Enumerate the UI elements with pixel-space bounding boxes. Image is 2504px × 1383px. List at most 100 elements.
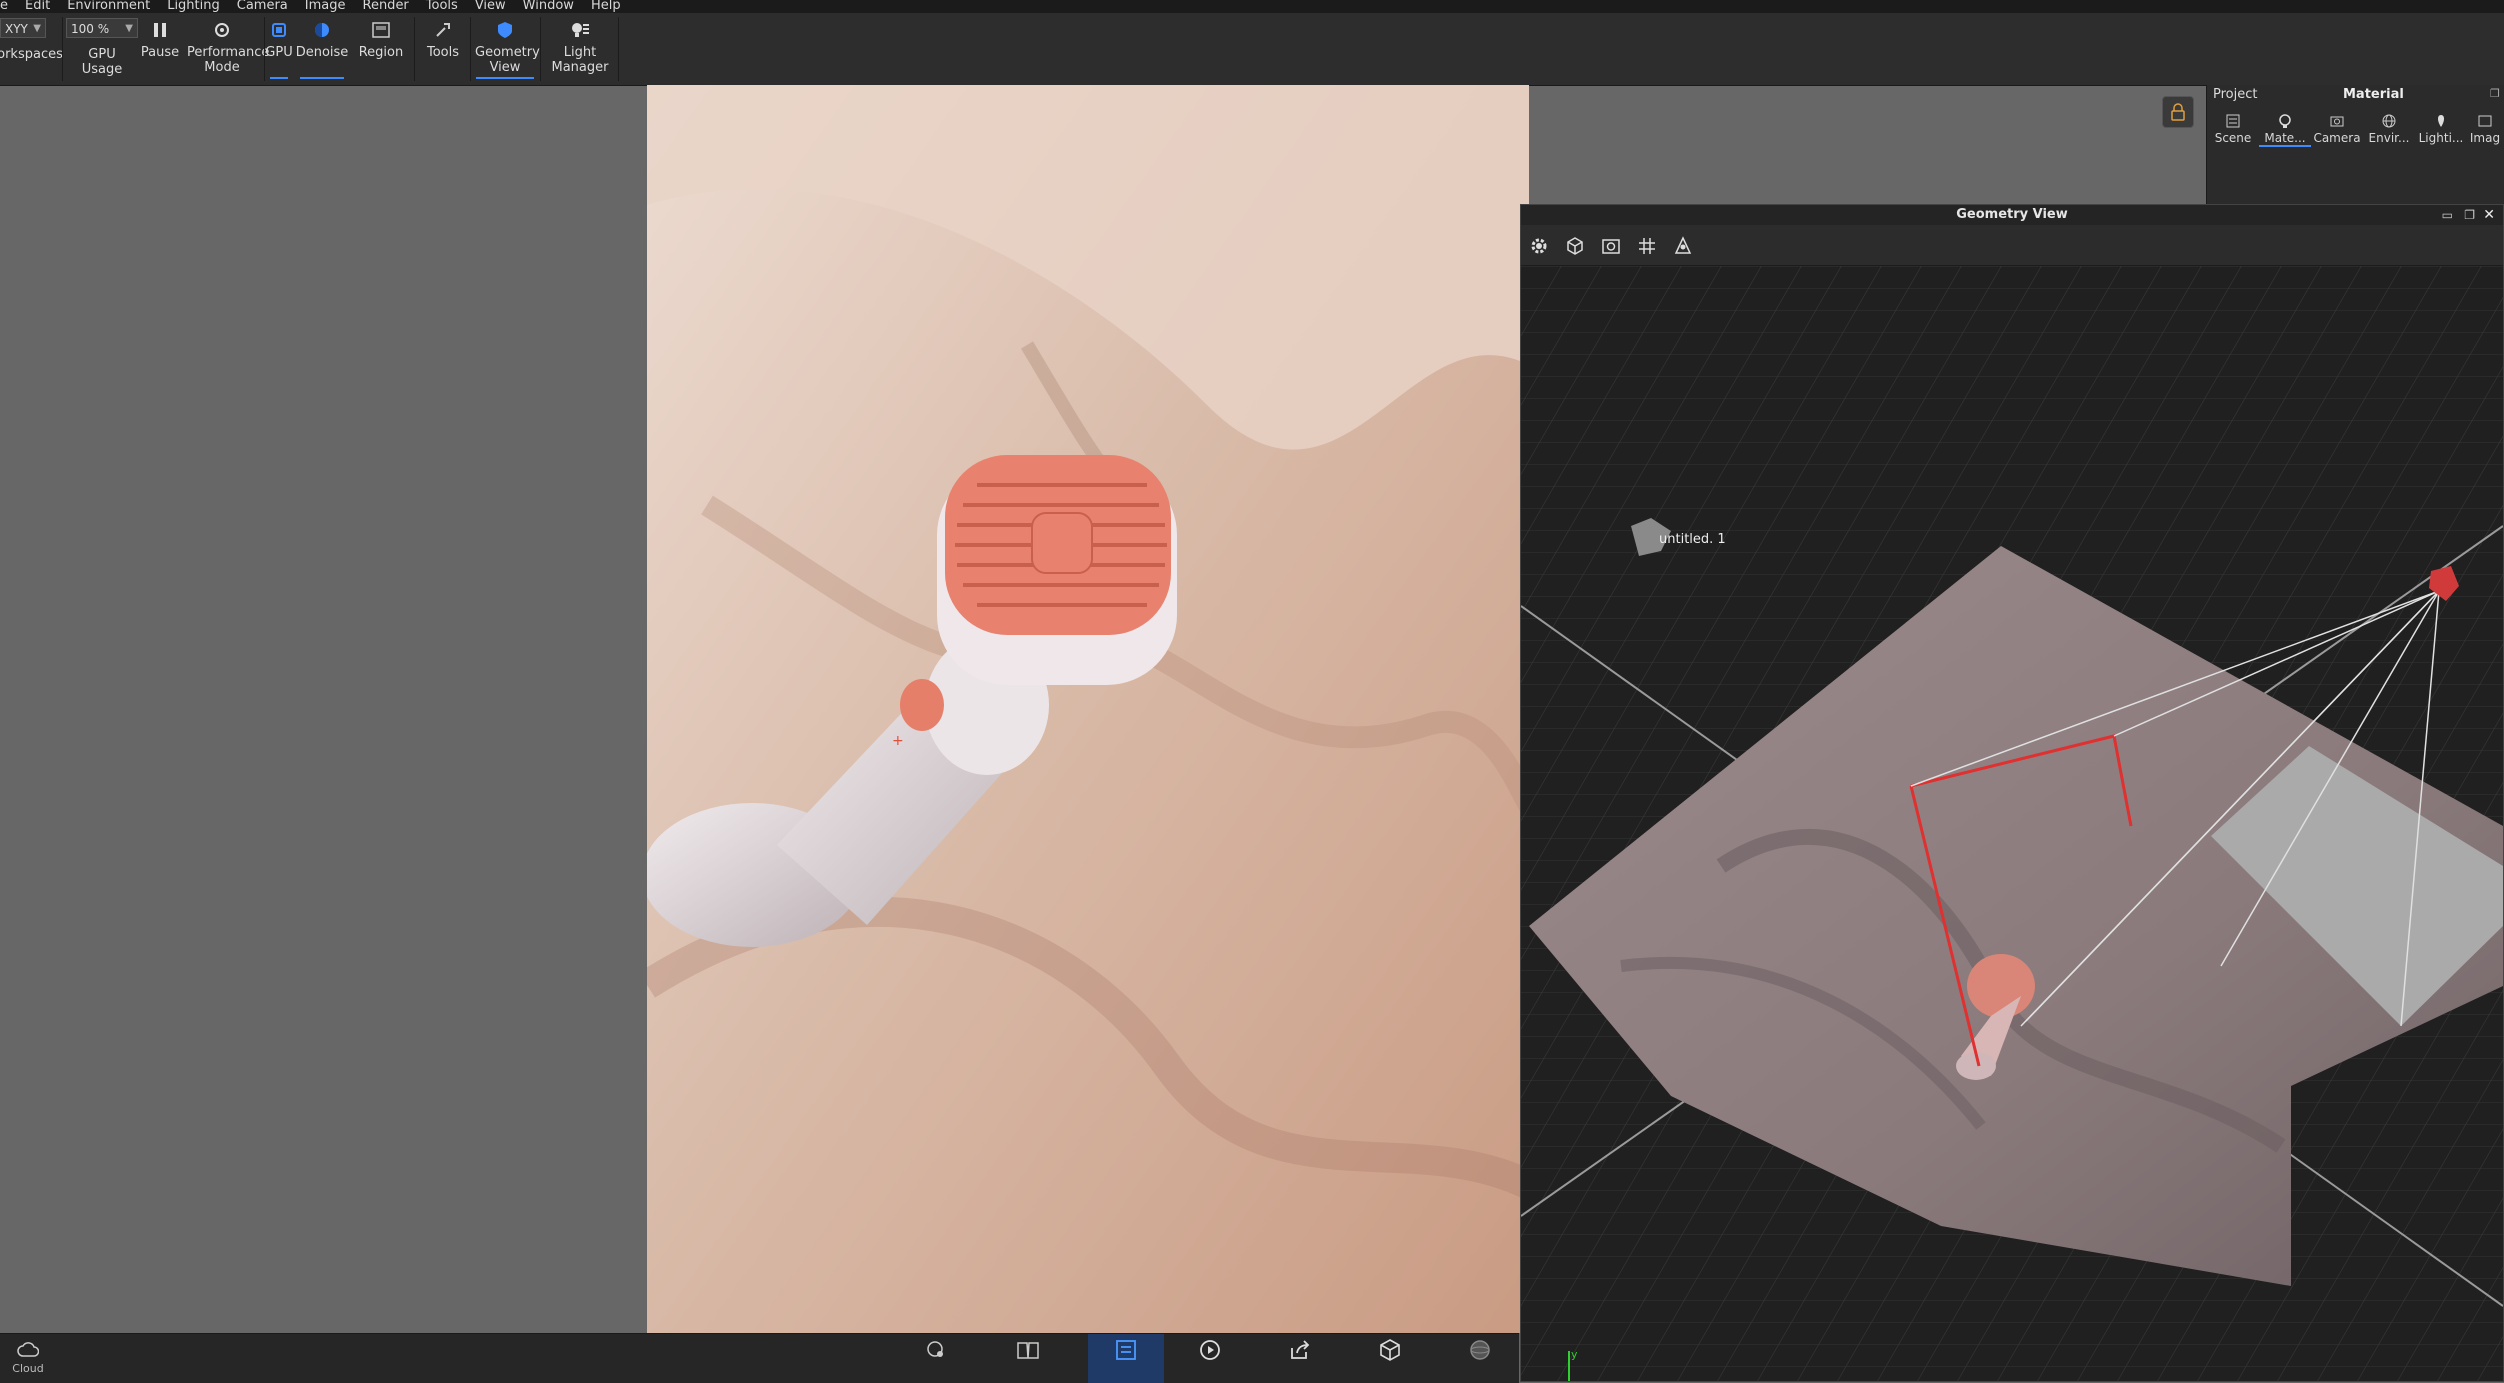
toolbar-divider — [62, 17, 63, 81]
tab-environment-label: Envir... — [2368, 131, 2410, 145]
render-viewport[interactable]: + — [647, 85, 1529, 1333]
toolbar-divider — [540, 17, 541, 81]
model-button[interactable] — [1360, 1334, 1420, 1383]
geometry-shield-icon — [497, 15, 513, 45]
pause-button[interactable]: Pause — [140, 13, 180, 85]
geometry-view-window: Geometry View ▭ ❐ ✕ untitled. 1 y — [1520, 204, 2504, 1382]
menu-camera[interactable]: Camera — [237, 0, 288, 12]
box-icon — [1378, 1334, 1402, 1366]
denoise-toggle[interactable]: Denoise — [296, 13, 348, 85]
gpu-usage-button[interactable]: GPU Usage — [66, 47, 138, 77]
object-label: untitled. 1 — [1659, 532, 1726, 547]
menu-view[interactable]: View — [475, 0, 506, 12]
project-label[interactable]: Project — [2213, 87, 2257, 102]
cube-icon — [1567, 237, 1583, 255]
zoom-select[interactable]: 100 % ▼ — [66, 18, 138, 38]
denoise-icon — [314, 15, 330, 45]
tab-scene[interactable]: Scene — [2207, 111, 2259, 145]
tab-image-label: Imag — [2469, 131, 2501, 145]
cloud-label: Cloud — [12, 1362, 44, 1375]
zoom-select-value: 100 % — [71, 22, 110, 36]
minimize-icon[interactable]: ▭ — [2442, 205, 2453, 225]
close-icon[interactable]: ✕ — [2483, 205, 2495, 225]
performance-gear-icon — [213, 15, 231, 45]
geometry-view-toolbar — [1521, 225, 2503, 266]
menu-file[interactable]: e — [0, 0, 8, 12]
menu-lighting[interactable]: Lighting — [167, 0, 220, 12]
globe-icon — [2363, 111, 2415, 131]
menu-tools[interactable]: Tools — [426, 0, 458, 12]
region-button[interactable]: Region — [352, 13, 410, 85]
workspace-select[interactable]: XYY ▼ — [0, 18, 46, 38]
geometry-view-title-bar[interactable]: Geometry View ▭ ❐ ✕ — [1521, 205, 2503, 225]
assets-button[interactable] — [906, 1334, 966, 1383]
menu-image[interactable]: Image — [305, 0, 346, 12]
performance-mode-label: Performance Mode — [187, 45, 270, 75]
sphere-icon — [1468, 1334, 1492, 1366]
render-settings-button[interactable] — [1450, 1334, 1510, 1383]
region-icon — [372, 15, 390, 45]
bottom-bar: Cloud — [0, 1333, 1519, 1383]
geometry-3d-viewport[interactable]: untitled. 1 y — [1521, 266, 2503, 1381]
geometry-view-label: Geometry View — [475, 45, 540, 75]
scene-wireframe — [1521, 266, 2503, 1381]
tab-scene-label: Scene — [2214, 131, 2252, 145]
geometry-view-button[interactable]: Geometry View — [472, 13, 540, 85]
tools-button[interactable]: Tools — [418, 13, 468, 85]
menu-environment[interactable]: Environment — [67, 0, 150, 12]
gear-icon — [1531, 238, 1547, 254]
light-manager-button[interactable]: Light Manager — [544, 13, 616, 85]
tab-material[interactable]: Mate... — [2259, 111, 2311, 147]
workspaces-label: orkspaces — [0, 47, 63, 62]
tab-camera-label: Camera — [2313, 131, 2361, 145]
lock-icon — [2171, 103, 2185, 121]
tab-lighting-label: Lighti... — [2418, 131, 2464, 145]
menu-bar: e Edit Environment Lighting Camera Image Rende… — [0, 0, 2504, 13]
cube-view-button[interactable] — [1561, 233, 1589, 259]
animation-button[interactable] — [1180, 1334, 1240, 1383]
tab-lighting[interactable]: Lighti... — [2415, 111, 2467, 145]
cloud-button[interactable]: Cloud — [0, 1334, 56, 1383]
settings-button[interactable] — [1525, 233, 1553, 259]
gpu-usage-label: GPU Usage — [81, 47, 123, 77]
tools-icon — [434, 15, 452, 45]
menu-window[interactable]: Window — [523, 0, 574, 12]
panel-title: Material — [2343, 87, 2404, 102]
tab-camera[interactable]: Camera — [2311, 111, 2363, 145]
scene-icon — [2207, 111, 2259, 131]
gpu-chip-icon — [271, 15, 287, 45]
layers-button[interactable] — [1088, 1334, 1164, 1383]
render-image: + — [647, 85, 1529, 1333]
project-panel: Project Material ❐ Scene Mate... Camera … — [2206, 85, 2504, 205]
workspace-select-value: XYY — [5, 22, 28, 36]
tools-label: Tools — [426, 45, 460, 60]
image-icon — [2465, 111, 2504, 131]
menu-render[interactable]: Render — [363, 0, 409, 12]
library-button[interactable] — [998, 1334, 1058, 1383]
tab-environment[interactable]: Envir... — [2363, 111, 2415, 145]
gpu-toggle[interactable]: GPU — [265, 13, 293, 85]
menu-edit[interactable]: Edit — [25, 0, 50, 12]
hierarchy-button[interactable] — [1669, 233, 1697, 259]
light-pin-icon — [2415, 111, 2467, 131]
lock-camera-button[interactable] — [2162, 96, 2194, 128]
pause-icon — [153, 15, 167, 45]
grid-icon — [1639, 238, 1655, 254]
maximize-icon[interactable]: ❐ — [2464, 205, 2475, 225]
chevron-down-icon: ▼ — [125, 23, 133, 34]
axis-y-label: y — [1571, 1348, 1578, 1361]
workspaces-button[interactable]: orkspaces — [0, 47, 63, 77]
denoise-label: Denoise — [295, 45, 349, 60]
restore-icon[interactable]: ❐ — [2490, 87, 2500, 100]
svg-text:+: + — [892, 733, 904, 749]
menu-help[interactable]: Help — [591, 0, 621, 12]
export-button[interactable] — [1270, 1334, 1330, 1383]
camera-frame-icon — [1602, 239, 1620, 254]
camera-frame-button[interactable] — [1597, 233, 1625, 259]
camera-icon — [2311, 111, 2363, 131]
performance-mode-button[interactable]: Performance Mode — [182, 13, 270, 85]
toolbar-divider — [618, 17, 619, 81]
grid-view-button[interactable] — [1633, 233, 1661, 259]
tab-image[interactable]: Imag — [2465, 111, 2504, 145]
play-circle-icon — [1198, 1334, 1222, 1366]
